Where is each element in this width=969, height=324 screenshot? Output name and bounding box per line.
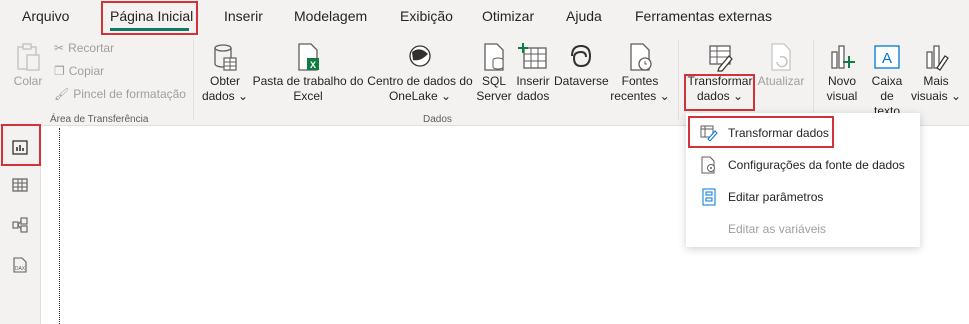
text-box-icon: A [874, 45, 900, 69]
text-box-button[interactable]: A Caixa de texto [864, 42, 910, 119]
excel-icon: X [298, 43, 319, 71]
get-data-label-1: Obter [209, 74, 240, 88]
text-box-label-1: Caixa de [871, 74, 903, 103]
insert-data-button[interactable]: Inserir dados [514, 42, 552, 104]
get-data-label-2: dados ⌄ [201, 89, 249, 103]
onelake-hub-button[interactable]: Centro de dados do OneLake ⌄ [366, 42, 474, 104]
table-add-icon [518, 43, 547, 69]
scissors-icon: ✂ [54, 41, 65, 55]
table-view-button[interactable] [9, 174, 31, 196]
insert-data-label-2: dados [516, 89, 550, 103]
dataverse-icon [571, 44, 592, 68]
table-icon [12, 178, 28, 192]
excel-label-1: Pasta de trabalho do [252, 74, 364, 88]
refresh-icon [771, 43, 791, 71]
clipboard-group-label: Área de Transferência [50, 114, 149, 125]
menu-item-label: Editar parâmetros [728, 190, 824, 204]
sql-server-icon [484, 43, 504, 71]
new-visual-label-1: Novo [827, 74, 856, 88]
variables-icon-placeholder [698, 220, 720, 238]
format-painter-button[interactable]: 🖌 Pincel de formatação [54, 87, 186, 101]
tab-exibicao[interactable]: Exibição [400, 8, 453, 24]
paste-button[interactable]: Colar [8, 42, 48, 89]
more-visuals-label-2: visuais ⌄ [910, 89, 962, 103]
new-visual-button[interactable]: Novo visual [820, 42, 864, 104]
brush-icon: 🖌 [54, 87, 70, 101]
dax-icon: DAX [13, 257, 27, 273]
cut-label: Recortar [68, 41, 115, 55]
recent-sources-label-2: recentes ⌄ [610, 89, 670, 103]
menu-item-data-source-settings[interactable]: Configurações da fonte de dados [686, 151, 920, 179]
dax-query-view-button[interactable]: DAX [9, 254, 31, 276]
highlight-tab [101, 1, 198, 35]
svg-text:DAX: DAX [15, 266, 26, 272]
new-visual-icon [831, 45, 855, 69]
canvas-boundary [59, 128, 60, 324]
copy-icon: ❐ [54, 64, 65, 78]
sql-label-1: SQL [481, 74, 506, 88]
tab-ajuda[interactable]: Ajuda [566, 8, 602, 24]
onelake-label-2: OneLake ⌄ [388, 89, 452, 103]
recent-sources-button[interactable]: Fontes recentes ⌄ [610, 42, 670, 104]
power-bi-window: Arquivo Página Inicial Inserir Modelagem… [0, 0, 969, 324]
sql-label-2: Server [476, 89, 512, 103]
copy-button[interactable]: ❐ Copiar [54, 64, 104, 78]
tab-ferramentas-externas[interactable]: Ferramentas externas [635, 8, 772, 24]
cut-button[interactable]: ✂ Recortar [54, 41, 114, 55]
recent-sources-icon [630, 43, 652, 71]
separator [678, 40, 679, 120]
onelake-icon [409, 45, 431, 67]
copy-label: Copiar [68, 64, 105, 78]
insert-data-label-1: Inserir [516, 74, 550, 88]
excel-label-2: Excel [293, 89, 323, 103]
more-visuals-label-1: Mais [923, 74, 949, 88]
highlight-report-view [1, 124, 41, 166]
data-group-label: Dados [423, 114, 452, 125]
highlight-transform-button [684, 74, 755, 111]
new-visual-label-2: visual [826, 89, 858, 103]
get-data-button[interactable]: Obter dados ⌄ [200, 42, 250, 104]
dataverse-label: Dataverse [554, 74, 609, 88]
format-painter-label: Pincel de formatação [73, 87, 186, 101]
refresh-button[interactable]: Atualizar [756, 42, 806, 89]
highlight-menu-item [688, 116, 834, 148]
paste-label: Colar [13, 74, 43, 88]
tab-arquivo[interactable]: Arquivo [22, 8, 69, 24]
menu-item-label: Editar as variáveis [728, 222, 827, 236]
parameters-icon [698, 188, 720, 206]
data-source-settings-icon [698, 156, 720, 174]
tab-inserir[interactable]: Inserir [224, 8, 263, 24]
separator [193, 40, 194, 120]
tab-modelagem[interactable]: Modelagem [294, 8, 367, 24]
recent-sources-label-1: Fontes [621, 74, 659, 88]
dataverse-button[interactable]: Dataverse [554, 42, 609, 89]
svg-text:X: X [310, 60, 316, 70]
menu-item-edit-variables[interactable]: Editar as variáveis [686, 215, 920, 243]
clipboard-icon [17, 43, 40, 71]
tab-otimizar[interactable]: Otimizar [482, 8, 534, 24]
model-view-button[interactable] [9, 214, 31, 236]
menu-item-edit-parameters[interactable]: Editar parâmetros [686, 183, 920, 211]
more-visuals-icon [926, 45, 949, 71]
menu-item-label: Configurações da fonte de dados [728, 158, 905, 172]
refresh-label: Atualizar [757, 74, 805, 88]
separator [813, 40, 814, 120]
database-icon [214, 44, 237, 71]
excel-workbook-button[interactable]: X Pasta de trabalho do Excel [252, 42, 364, 104]
more-visuals-button[interactable]: Mais visuais ⌄ [910, 42, 962, 104]
transform-data-icon [709, 45, 733, 72]
svg-text:A: A [882, 50, 892, 67]
model-icon [12, 217, 28, 233]
onelake-label-1: Centro de dados do [367, 74, 473, 88]
sql-server-button[interactable]: SQL Server [476, 42, 512, 104]
